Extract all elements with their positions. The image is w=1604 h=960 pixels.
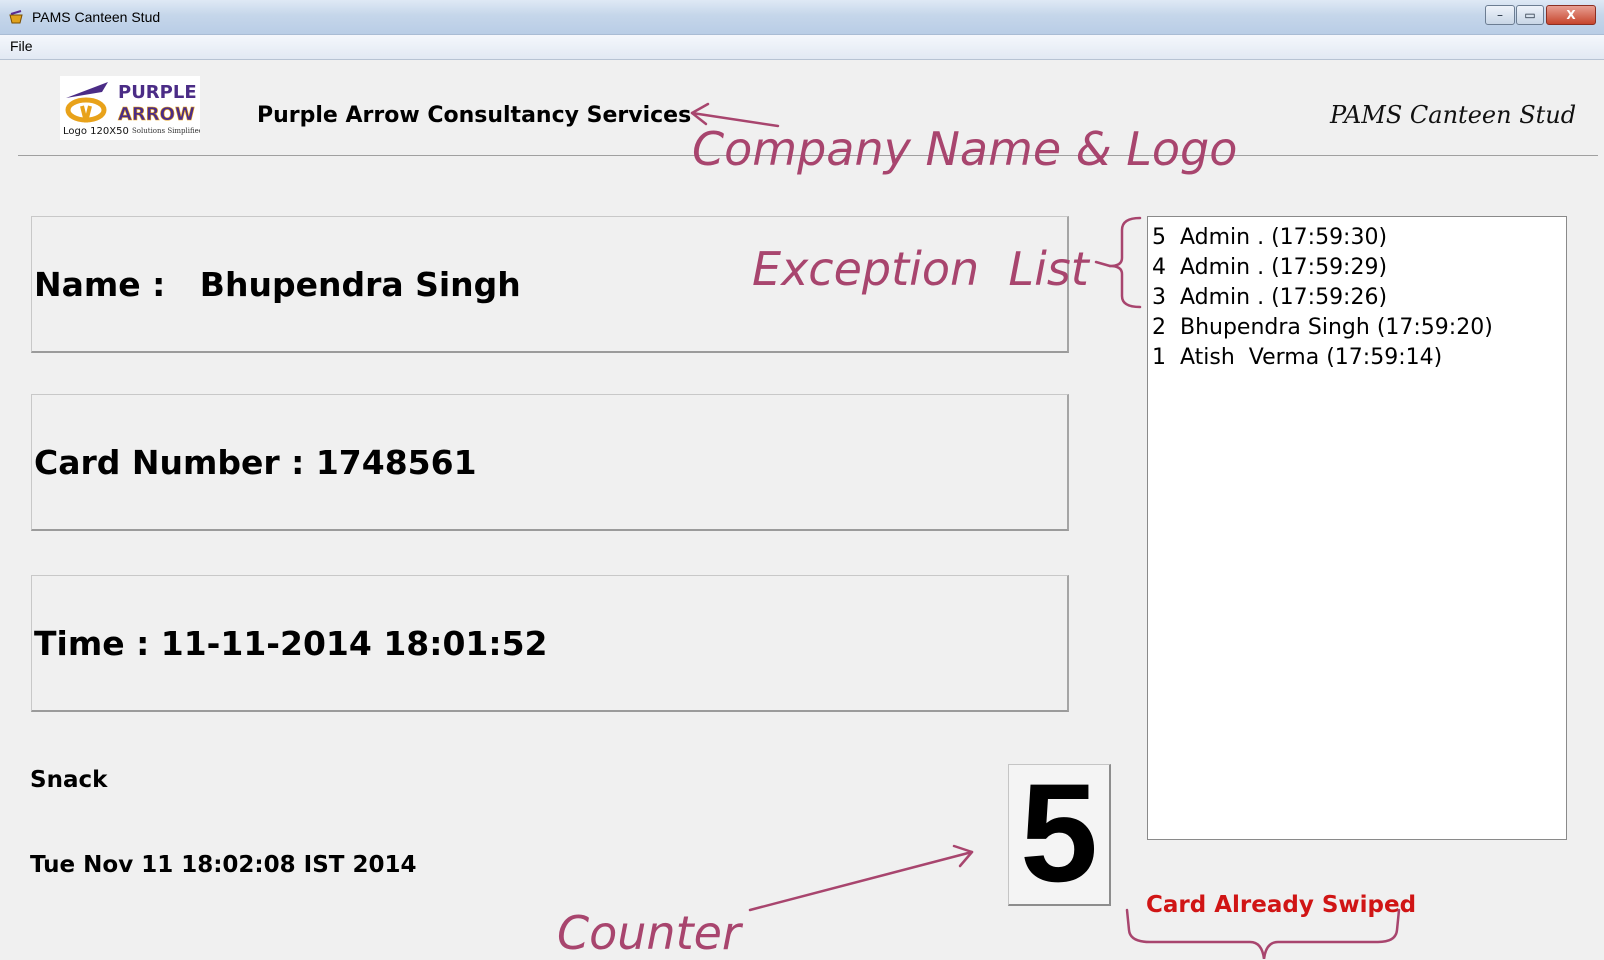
annotation-exception-list: Exception List	[752, 242, 1089, 296]
annotation-bracket-exception	[1108, 216, 1142, 309]
annotation-company: Company Name & Logo	[692, 122, 1238, 176]
close-button[interactable]: X	[1546, 5, 1596, 25]
list-item[interactable]: 1 Atish Verma (17:59:14)	[1152, 343, 1566, 373]
meal-label: Snack	[30, 767, 108, 793]
list-item[interactable]: 4 Admin . (17:59:29)	[1152, 253, 1566, 283]
exception-list[interactable]: 5 Admin . (17:59:30) 4 Admin . (17:59:29…	[1147, 216, 1567, 840]
company-logo: PURPLE ARROW Logo 120X50 Solutions Simpl…	[60, 76, 204, 140]
minimize-button[interactable]: –	[1485, 5, 1515, 25]
logo-line2: ARROW	[118, 104, 195, 125]
app-name: PAMS Canteen Stud	[1330, 101, 1577, 129]
menu-item-file[interactable]: File	[10, 38, 33, 54]
card-number-panel: Card Number : 1748561	[31, 394, 1069, 531]
logo-graphic: PURPLE ARROW Logo 120X50 Solutions Simpl…	[63, 82, 204, 137]
logo-tagline: Solutions Simplified	[132, 127, 200, 135]
annotation-arrowhead-company	[690, 102, 710, 126]
status-message: Card Already Swiped	[1146, 892, 1417, 918]
app-icon	[9, 10, 23, 24]
logo-line1: PURPLE	[118, 82, 197, 103]
window-title: PAMS Canteen Stud	[32, 9, 161, 25]
annotation-arrowhead-counter	[952, 844, 974, 868]
maximize-icon: ▭	[1524, 8, 1536, 22]
counter-box: 5	[1008, 754, 1111, 911]
counter-value: 5	[1020, 754, 1098, 911]
close-icon: X	[1566, 8, 1576, 22]
employee-name: Name : Bhupendra Singh	[34, 265, 521, 304]
current-datetime: Tue Nov 11 18:02:08 IST 2014	[30, 852, 417, 878]
list-item[interactable]: 3 Admin . (17:59:26)	[1152, 283, 1566, 313]
title-bar	[0, 0, 1604, 35]
swipe-time: Time : 11-11-2014 18:01:52	[34, 624, 548, 663]
logo-caption: Logo 120X50	[63, 126, 129, 137]
card-number: Card Number : 1748561	[34, 443, 477, 482]
list-item[interactable]: 2 Bhupendra Singh (17:59:20)	[1152, 313, 1566, 343]
minimize-icon: –	[1497, 8, 1503, 22]
maximize-button[interactable]: ▭	[1516, 5, 1544, 25]
annotation-arrow-counter	[748, 850, 974, 912]
company-name: Purple Arrow Consultancy Services	[257, 103, 692, 128]
time-panel: Time : 11-11-2014 18:01:52	[31, 575, 1069, 712]
annotation-pointer-exception	[1094, 260, 1112, 268]
menu-bar	[0, 35, 1604, 60]
annotation-counter: Counter	[557, 906, 741, 960]
list-item[interactable]: 5 Admin . (17:59:30)	[1152, 223, 1566, 253]
